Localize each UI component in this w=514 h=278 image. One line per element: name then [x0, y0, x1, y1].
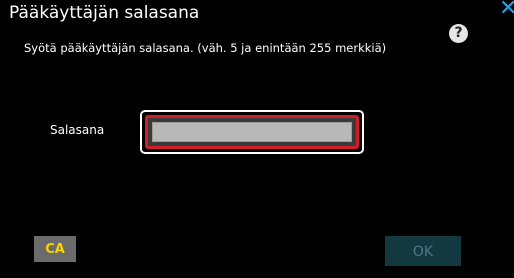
dialog-title: Pääkäyttäjän salasana	[9, 3, 200, 23]
close-icon[interactable]: ✕	[499, 0, 514, 20]
question-mark-icon[interactable]: ?	[449, 24, 468, 43]
admin-password-dialog: Pääkäyttäjän salasana Syötä pääkäyttäjän…	[0, 0, 514, 278]
dialog-instruction: Syötä pääkäyttäjän salasana. (väh. 5 ja …	[24, 41, 387, 55]
password-field-frame	[140, 110, 364, 154]
password-field-focus-ring	[145, 115, 359, 149]
password-input[interactable]	[152, 122, 352, 142]
ok-button[interactable]: OK	[385, 236, 461, 266]
clear-all-button[interactable]: CA	[34, 236, 76, 262]
password-label: Salasana	[50, 123, 105, 137]
